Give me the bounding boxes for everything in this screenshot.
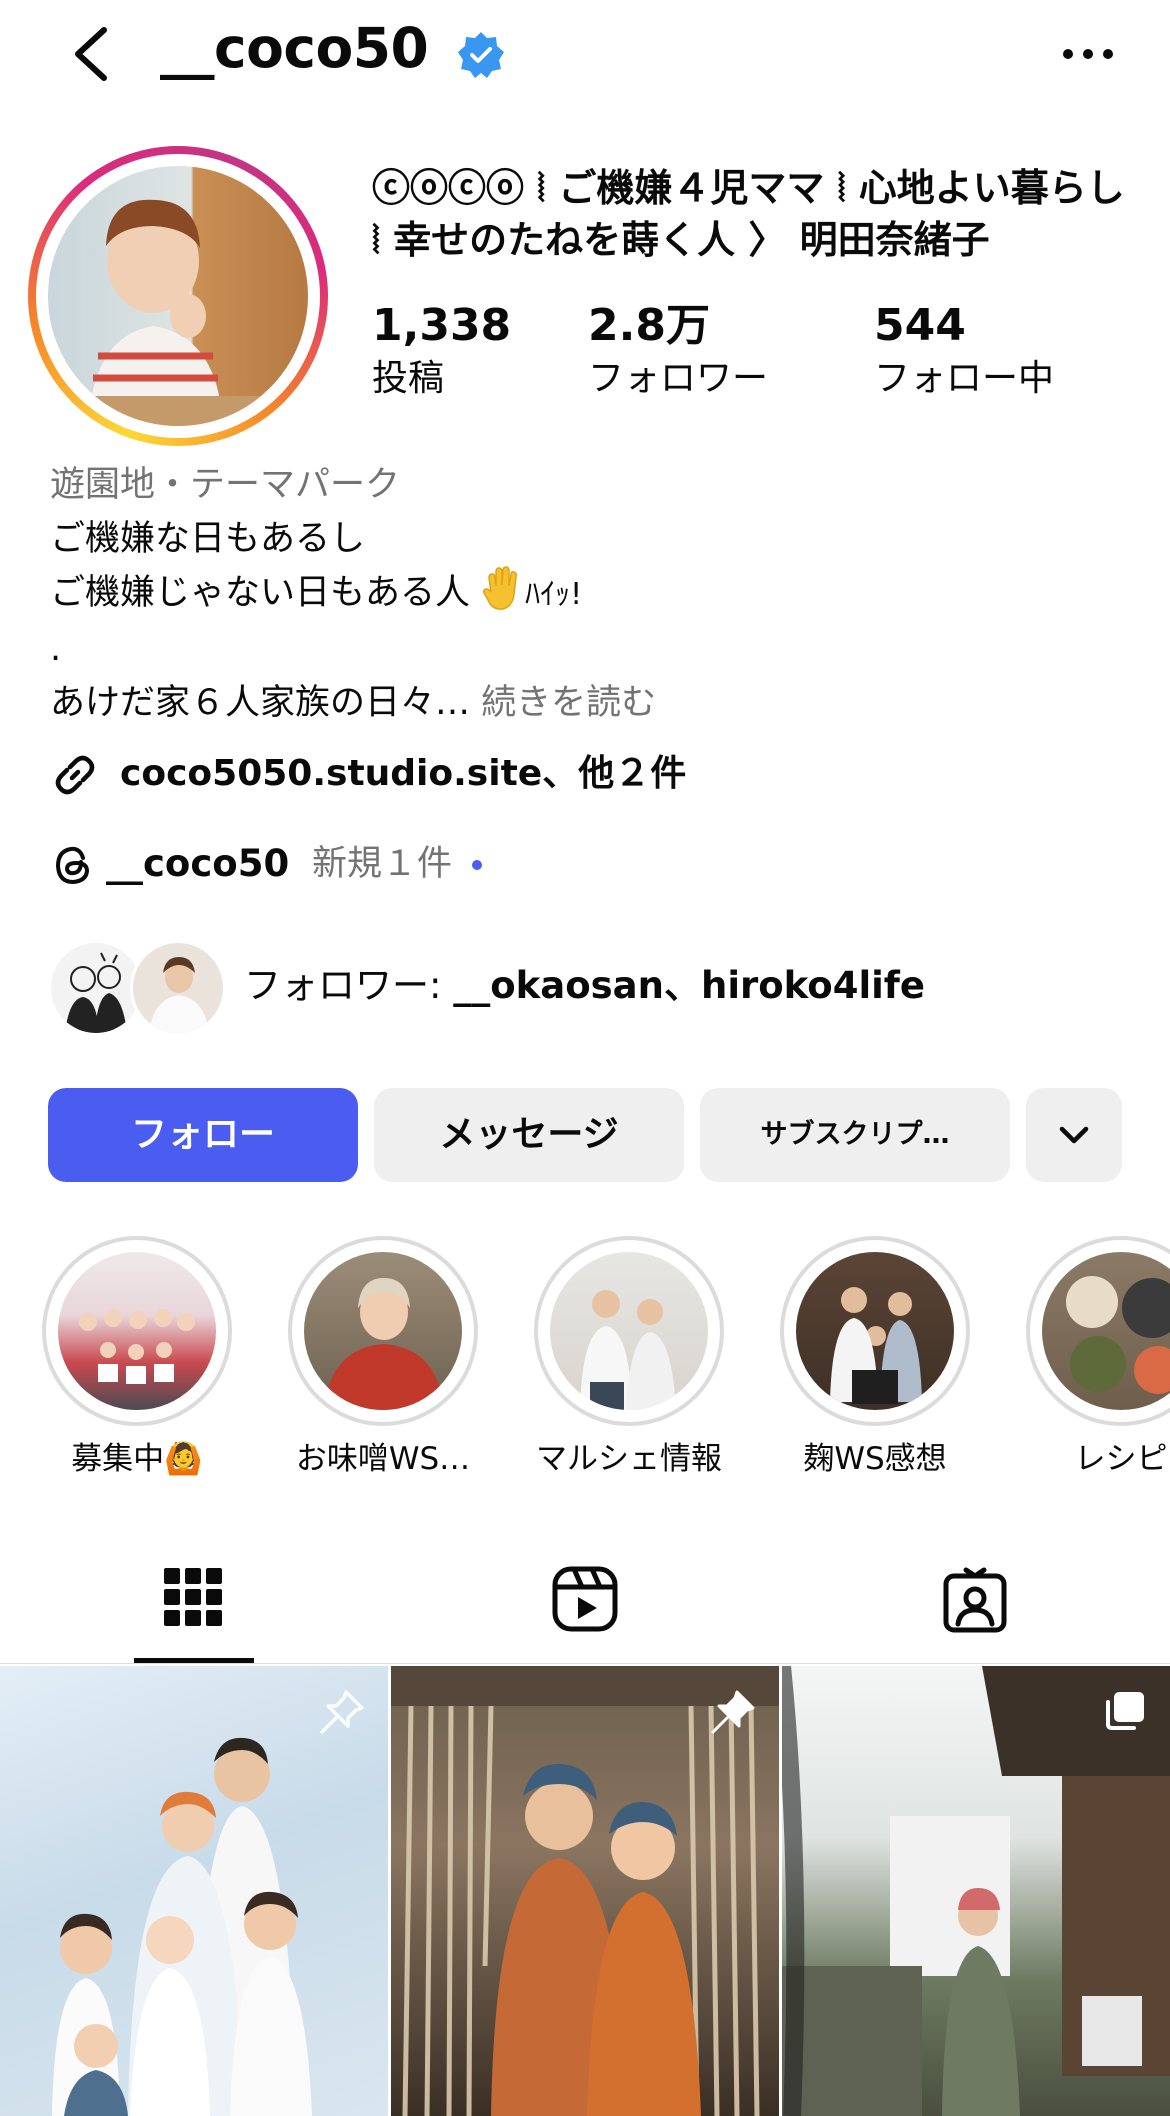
stat-posts-label: 投稿 [372,358,445,399]
message-button[interactable]: メッセージ [374,1088,684,1182]
food-photo-image [1066,1276,1170,1394]
highlight-item[interactable]: 麹WS感想 [780,1236,970,1477]
highlight-ring [780,1236,970,1426]
post-thumbnail[interactable] [0,1666,388,2116]
profile-avatar[interactable] [28,146,328,446]
chevron-left-icon[interactable] [62,22,122,86]
unread-dot [472,860,482,870]
posts-grid [0,1666,1170,2116]
threads-new-count: 新規１件 [312,844,453,884]
stat-following[interactable]: 544 フォロー中 [874,298,1054,404]
stat-following-label: フォロー中 [874,358,1055,399]
highlight-ring [1026,1236,1170,1426]
highlight-label: お味噌WS… [295,1441,471,1477]
highlight-cover [1042,1252,1170,1410]
profile-full-name: ⓒⓞⓒⓞ ⦚ ご機嫌４児ママ ⦚ 心地よい暮らし ⦚ 幸せのたねを蒔く人 〉 明… [372,166,1125,262]
threads-icon [55,846,90,885]
illustration-avatar-image [65,952,127,1033]
highlight-label: マルシェ情報 [536,1441,722,1477]
highlight-item[interactable]: 募集中🙆 [42,1236,232,1477]
avatar-border [36,154,320,438]
tab-reels[interactable] [390,1548,780,1664]
family-photo-image [830,1287,922,1404]
chevron-down-icon [1059,1126,1089,1144]
stat-followers-label: フォロワー [588,358,769,399]
stat-posts-value: 1,338 [372,300,512,351]
highlight-label: 募集中🙆 [71,1441,203,1477]
active-tab-indicator [134,1658,254,1663]
mutual-prefix: フォロワー: [244,964,454,1007]
stat-followers[interactable]: 2.8万 フォロワー [588,298,768,404]
verified-badge-icon [458,32,504,78]
highlight-ring [534,1236,724,1426]
tab-tagged[interactable] [780,1548,1170,1664]
post-thumbnail[interactable] [782,1666,1170,2116]
tagged-icon [943,1567,1007,1633]
post-thumbnail[interactable] [391,1666,779,2116]
bio-truncated-text: あけだ家６人家族の日々… [50,683,471,723]
person-photo-image [324,1278,444,1410]
stat-followers-value: 2.8万 [588,300,710,351]
mutual-avatar [130,940,226,1036]
avatar-person-image [48,199,308,426]
photo-avatar-image [149,957,209,1033]
follow-button[interactable]: フォロー [48,1088,358,1182]
profile-bio: 遊園地・テーマパーク ご機嫌な日もあるし ご機嫌じゃない日もある人 ﾊｲｯ! .… [50,458,1130,730]
highlight-label: 麹WS感想 [803,1441,947,1477]
bio-line-suffix: ﾊｲｯ! [525,577,583,612]
threads-username: __coco50 [106,842,290,885]
bio-line: ご機嫌な日もあるし [50,519,366,559]
ellipsis-icon[interactable] [1058,36,1118,72]
suggested-accounts-button[interactable] [1026,1088,1122,1182]
link-icon [55,755,95,795]
stat-following-value: 544 [874,300,966,351]
highlight-item[interactable]: マルシェ情報 [534,1236,724,1477]
highlight-ring [42,1236,232,1426]
profile-tabs [0,1548,1170,1664]
grid-icon [164,1568,222,1626]
highlight-cover [550,1252,708,1410]
highlight-cover [796,1252,954,1410]
mutual-names[interactable]: __okaosan、hiroko4life [453,964,925,1007]
pin-icon [711,1690,755,1734]
highlight-item[interactable]: レシピ [1026,1236,1170,1477]
profile-category: 遊園地・テーマパーク [50,465,401,505]
profile-link-text[interactable]: coco5050.studio.site、他２件 [120,746,686,802]
group-photo-image [79,1309,195,1384]
bio-line: ご機嫌じゃない日もある人 ﾊｲｯ! [50,566,1130,622]
tab-posts-grid[interactable] [0,1548,390,1664]
mutual-followers-text: フォロワー: __okaosan、hiroko4life [244,958,925,1014]
reels-icon [552,1566,618,1632]
top-bar: __coco50 [0,0,1170,108]
couple-photo-image [580,1290,676,1410]
bio-line: . [50,629,62,669]
bio-line: あけだ家６人家族の日々… 続きを読む [50,676,1130,730]
subscribe-button[interactable]: サブスクリプ… [700,1088,1010,1182]
highlight-cover [304,1252,462,1410]
highlight-cover [58,1252,216,1410]
profile-username: __coco50 [160,16,429,80]
read-more-link[interactable]: 続きを読む [481,683,656,723]
bio-line-text: ご機嫌じゃない日もある人 [50,573,471,613]
highlight-ring [288,1236,478,1426]
carousel-icon [1106,1692,1144,1730]
avatar-photo [48,166,308,426]
pin-icon [320,1690,364,1734]
raised-hand-emoji-icon [483,566,518,610]
highlight-item[interactable]: お味噌WS… [288,1236,478,1477]
highlight-label: レシピ [1074,1441,1168,1477]
stat-posts: 1,338 投稿 [372,298,511,404]
